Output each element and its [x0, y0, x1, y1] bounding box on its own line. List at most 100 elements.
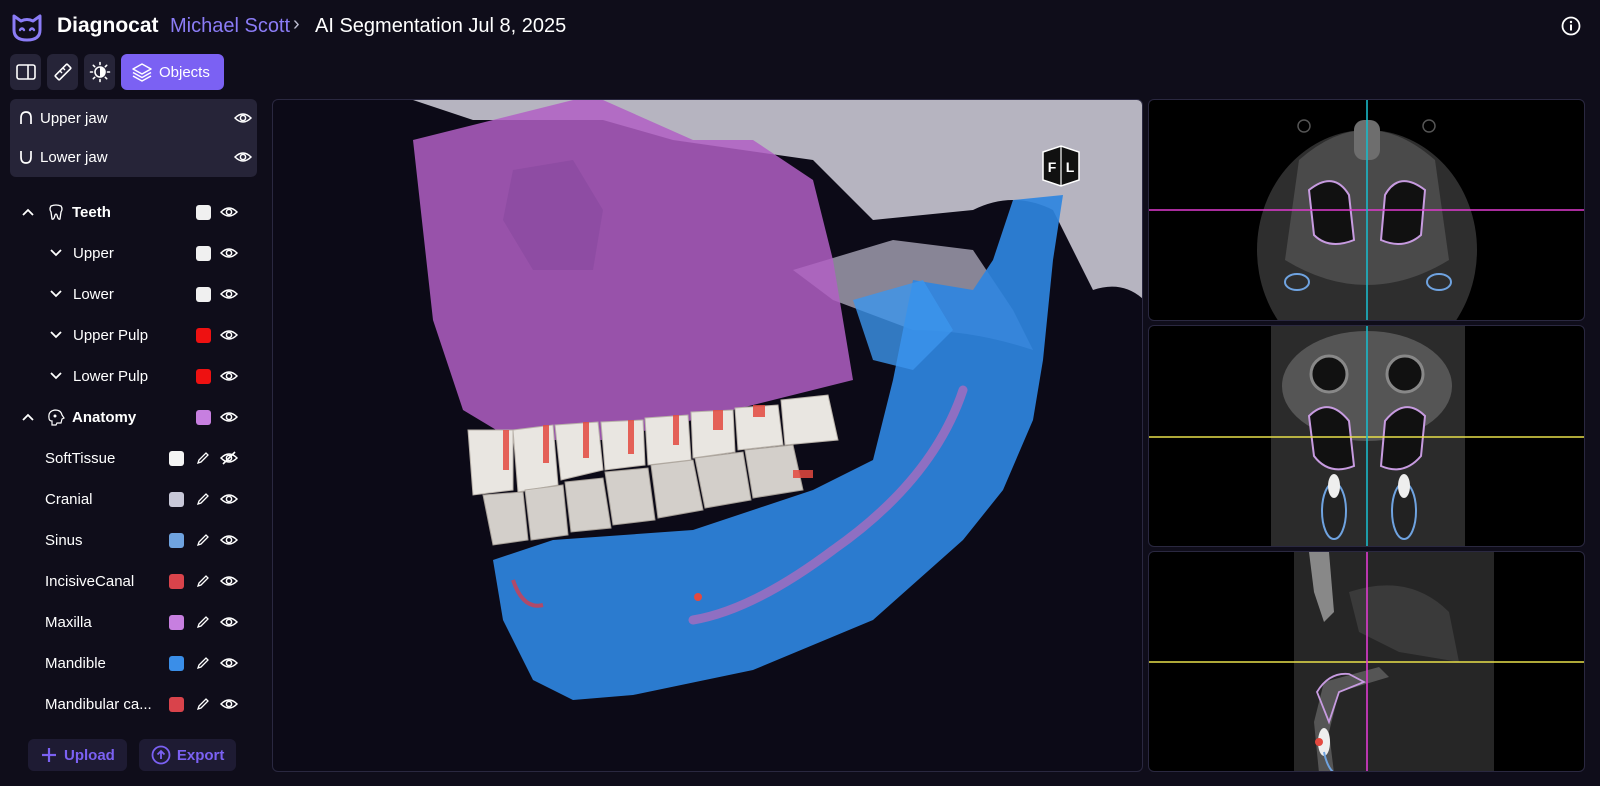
- chevron-down-icon[interactable]: [49, 328, 63, 342]
- tree-item-anatomy[interactable]: Mandibular ca...: [0, 684, 262, 724]
- tree-label: Lower Pulp: [73, 367, 149, 385]
- tree-label: Lower: [73, 285, 114, 303]
- tree-item-anatomy[interactable]: Maxilla: [0, 602, 262, 642]
- sidebar-layout-icon: [15, 64, 36, 80]
- tree-label: Sinus: [45, 531, 83, 549]
- chevron-up-icon[interactable]: [21, 410, 35, 424]
- tree-label: SoftTissue: [45, 449, 116, 467]
- tree-item-anatomy[interactable]: Cranial: [0, 479, 262, 519]
- 3d-model-render: F L: [413, 100, 1142, 700]
- eye-icon[interactable]: [220, 408, 238, 426]
- breadcrumb-patient-link[interactable]: Michael Scott: [170, 15, 290, 38]
- brightness-button[interactable]: [84, 54, 115, 90]
- tree-item-anatomy[interactable]: Sinus: [0, 520, 262, 560]
- eye-icon[interactable]: [234, 148, 252, 166]
- eye-icon[interactable]: [220, 613, 238, 631]
- tree-label: Cranial: [45, 490, 93, 508]
- brightness-icon: [89, 61, 110, 83]
- tree-label: Teeth: [72, 203, 111, 221]
- tree-item-upper-pulp[interactable]: Upper Pulp: [0, 315, 262, 355]
- tree-label: Mandible: [45, 654, 106, 672]
- pencil-icon[interactable]: [196, 533, 210, 547]
- ruler-button[interactable]: [47, 54, 78, 90]
- skull-icon: [48, 409, 65, 426]
- pencil-icon[interactable]: [196, 697, 210, 711]
- app-name: Diagnocat: [57, 14, 159, 37]
- color-swatch[interactable]: [196, 409, 211, 425]
- eye-icon[interactable]: [220, 695, 238, 713]
- tree-item-anatomy[interactable]: IncisiveCanal: [0, 561, 262, 601]
- eye-icon[interactable]: [220, 244, 238, 262]
- orientation-left-label: L: [1066, 159, 1075, 175]
- color-swatch[interactable]: [196, 245, 211, 261]
- color-swatch[interactable]: [169, 655, 184, 671]
- tree-label: Mandibular ca...: [45, 695, 152, 713]
- jaw-selector: Upper jaw Lower jaw: [10, 99, 257, 177]
- chevron-down-icon[interactable]: [49, 369, 63, 383]
- jaw-label: Lower jaw: [40, 148, 108, 166]
- tree-label: Upper Pulp: [73, 326, 149, 344]
- axial-slice-view[interactable]: [1148, 99, 1585, 321]
- jaw-label: Upper jaw: [40, 109, 108, 127]
- eye-icon[interactable]: [220, 285, 238, 303]
- breadcrumb-chevron-icon: ›: [293, 13, 300, 35]
- info-icon[interactable]: [1560, 15, 1582, 37]
- tree-label: Anatomy: [72, 408, 137, 426]
- chevron-down-icon[interactable]: [49, 246, 63, 260]
- objects-button[interactable]: Objects: [121, 54, 224, 90]
- color-swatch[interactable]: [196, 368, 211, 384]
- plus-icon: [42, 748, 56, 762]
- eye-icon[interactable]: [220, 367, 238, 385]
- tree-group-teeth[interactable]: Teeth: [0, 192, 262, 232]
- eye-off-icon[interactable]: [220, 449, 238, 467]
- tree-label: IncisiveCanal: [45, 572, 135, 590]
- eye-icon[interactable]: [220, 490, 238, 508]
- eye-icon[interactable]: [234, 109, 252, 127]
- chevron-down-icon[interactable]: [49, 287, 63, 301]
- color-swatch[interactable]: [196, 204, 211, 220]
- tree-label: Upper: [73, 244, 114, 262]
- diagnocat-logo-icon[interactable]: [10, 10, 44, 44]
- page-title: AI Segmentation Jul 8, 2025: [315, 15, 567, 37]
- upload-button[interactable]: Upload: [28, 739, 127, 771]
- color-swatch[interactable]: [169, 491, 184, 507]
- tree-group-anatomy[interactable]: Anatomy: [0, 397, 262, 437]
- objects-label: Objects: [159, 63, 210, 81]
- pencil-icon[interactable]: [196, 656, 210, 670]
- eye-icon[interactable]: [220, 572, 238, 590]
- pencil-icon[interactable]: [196, 451, 210, 465]
- tree-item-anatomy[interactable]: SoftTissue: [0, 438, 262, 478]
- view-toolbar: Objects: [10, 54, 224, 90]
- coronal-slice-view[interactable]: [1148, 325, 1585, 547]
- eye-icon[interactable]: [220, 531, 238, 549]
- tree-item-upper[interactable]: Upper: [0, 233, 262, 273]
- color-swatch[interactable]: [169, 614, 184, 630]
- layers-icon: [132, 63, 152, 82]
- pencil-icon[interactable]: [196, 574, 210, 588]
- sagittal-slice-view[interactable]: [1148, 551, 1585, 772]
- export-button[interactable]: Export: [138, 739, 237, 771]
- ruler-icon: [53, 63, 72, 81]
- sagittal-ct-image: [1149, 552, 1584, 771]
- pencil-icon[interactable]: [196, 615, 210, 629]
- eye-icon[interactable]: [220, 654, 238, 672]
- pencil-icon[interactable]: [196, 492, 210, 506]
- 3d-viewer[interactable]: F L: [272, 99, 1143, 772]
- panel-toggle-button[interactable]: [10, 54, 41, 90]
- jaw-row-upper[interactable]: Upper jaw: [10, 99, 257, 137]
- color-swatch[interactable]: [169, 573, 184, 589]
- chevron-up-icon[interactable]: [21, 205, 35, 219]
- color-swatch[interactable]: [169, 696, 184, 712]
- upload-arrow-icon: [151, 745, 171, 765]
- eye-icon[interactable]: [220, 326, 238, 344]
- tree-item-lower[interactable]: Lower: [0, 274, 262, 314]
- eye-icon[interactable]: [220, 203, 238, 221]
- color-swatch[interactable]: [196, 327, 211, 343]
- jaw-row-lower[interactable]: Lower jaw: [10, 138, 257, 176]
- color-swatch[interactable]: [169, 450, 184, 466]
- tree-item-lower-pulp[interactable]: Lower Pulp: [0, 356, 262, 396]
- tree-item-anatomy[interactable]: Mandible: [0, 643, 262, 683]
- orientation-cube[interactable]: F L: [1042, 145, 1080, 187]
- color-swatch[interactable]: [196, 286, 211, 302]
- color-swatch[interactable]: [169, 532, 184, 548]
